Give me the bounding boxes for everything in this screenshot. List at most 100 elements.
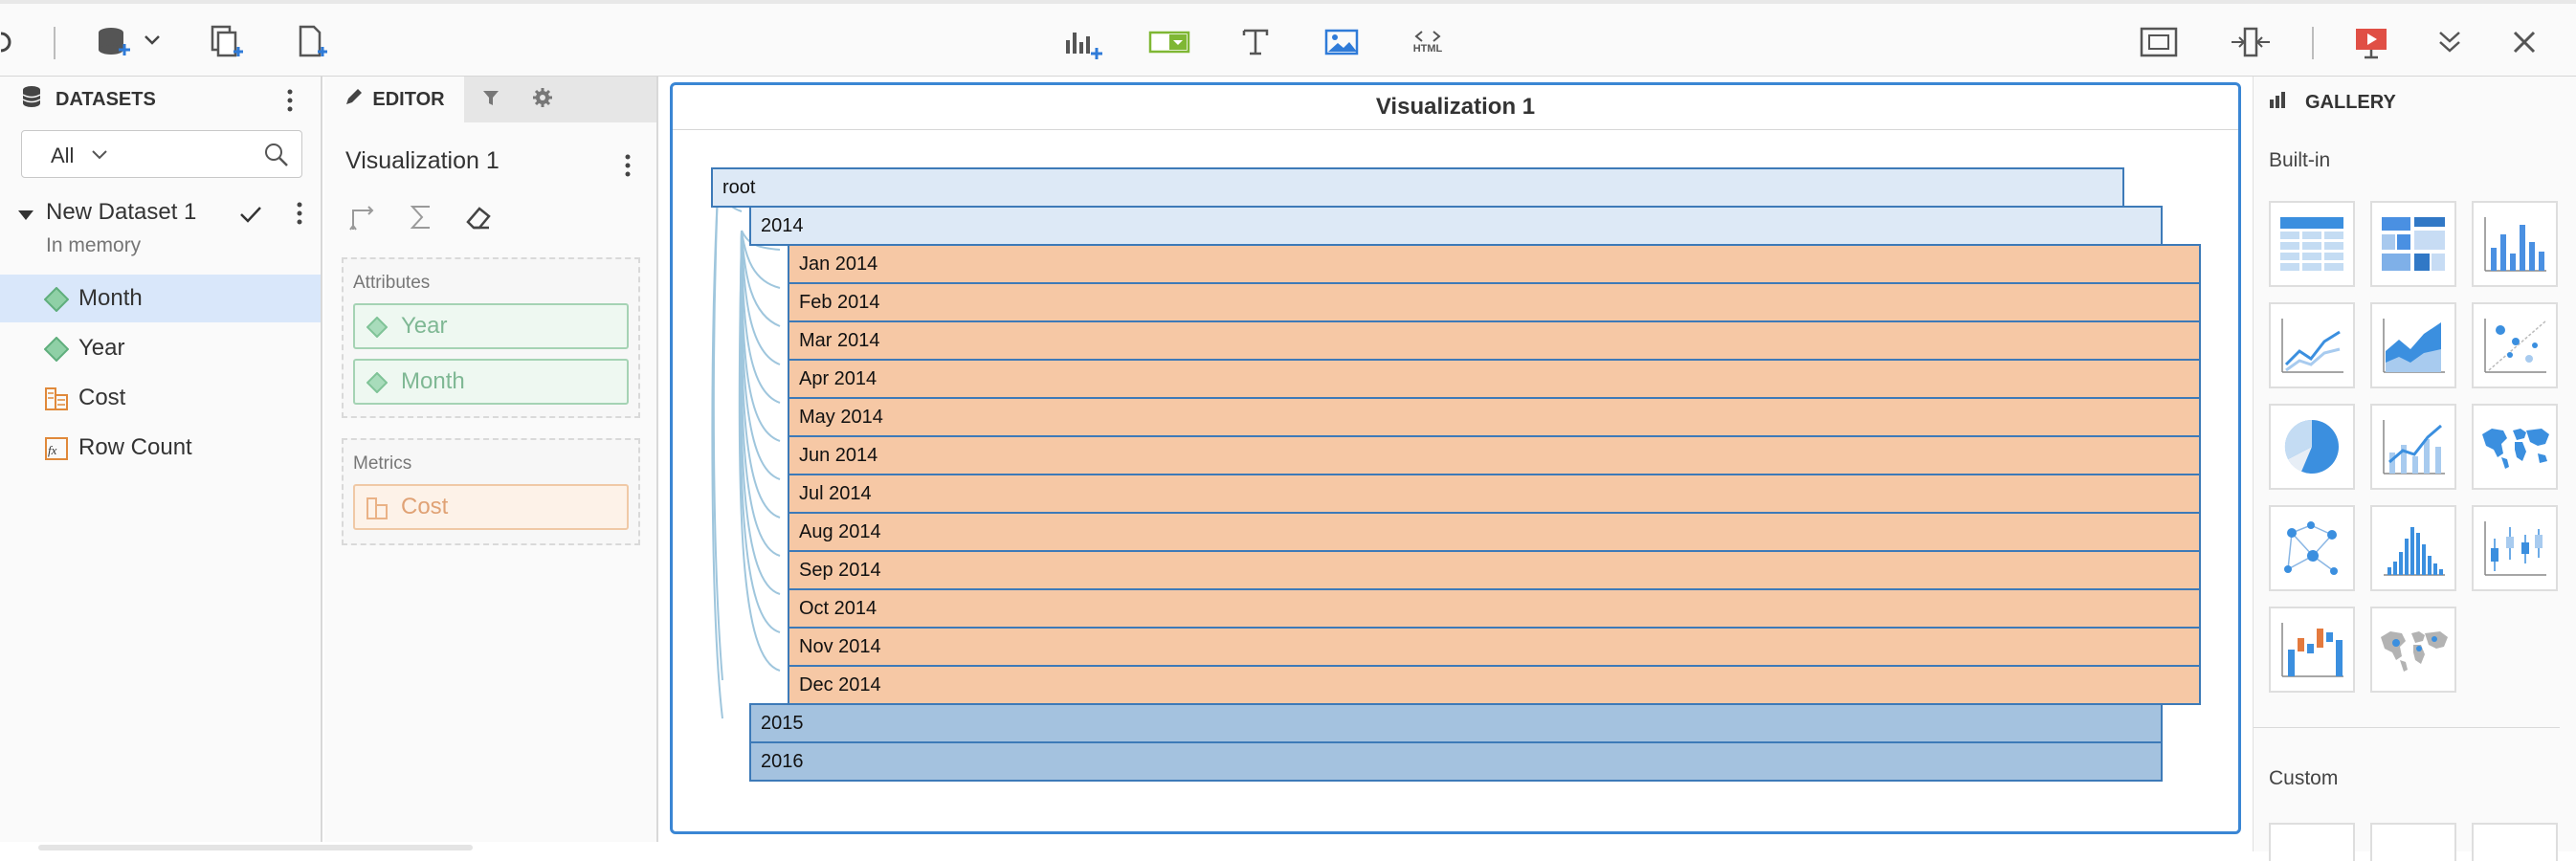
chevron-down-icon[interactable]	[91, 148, 108, 166]
bar-chart-icon[interactable]	[2472, 201, 2558, 287]
boxplot-icon[interactable]	[2472, 505, 2558, 591]
datasets-header: DATASETS	[0, 77, 321, 122]
item-label: Cost	[78, 385, 126, 410]
dataset-item-month[interactable]: Month	[0, 275, 321, 322]
horizontal-scrollbar[interactable]	[38, 845, 473, 850]
area-chart-icon[interactable]	[2370, 302, 2456, 388]
database-icon	[21, 85, 42, 114]
collapse-icon[interactable]	[2429, 21, 2471, 63]
scatter-icon[interactable]	[2472, 302, 2558, 388]
insert-image-icon[interactable]	[1321, 21, 1363, 63]
pivot-icon[interactable]	[349, 203, 378, 236]
toolbar-separator	[2312, 27, 2314, 59]
pill-label: Cost	[401, 494, 449, 519]
partial-icon[interactable]	[0, 21, 23, 63]
tree-node-month[interactable]: May 2014	[788, 397, 2201, 437]
dataset-more-icon[interactable]	[295, 201, 304, 231]
eraser-icon[interactable]	[464, 203, 493, 236]
more-options-icon[interactable]	[285, 88, 295, 119]
metric-pill-cost[interactable]: Cost	[353, 484, 629, 530]
tree-node-month[interactable]: Aug 2014	[788, 512, 2201, 552]
tree-node-root[interactable]: root	[711, 167, 2124, 208]
tab-editor-label: EDITOR	[372, 88, 445, 110]
tree-node-month[interactable]: Dec 2014	[788, 665, 2201, 705]
attribute-icon	[43, 286, 70, 317]
dataset-status: In memory	[46, 234, 142, 256]
filter-icon	[481, 88, 500, 112]
datasets-title: DATASETS	[56, 88, 156, 110]
grid-icon[interactable]	[2269, 201, 2355, 287]
line-chart-icon[interactable]	[2269, 302, 2355, 388]
combo-chart-icon[interactable]	[2370, 404, 2456, 490]
insert-chart-icon[interactable]	[1062, 21, 1104, 63]
insert-filter-icon[interactable]	[1148, 21, 1190, 63]
metric-icon	[44, 386, 69, 416]
item-label: Year	[78, 335, 125, 361]
tree-node-month[interactable]: Jan 2014	[788, 244, 2201, 284]
close-icon[interactable]	[2503, 21, 2545, 63]
tree-node-month[interactable]: Apr 2014	[788, 359, 2201, 399]
heatmap-icon[interactable]	[2370, 201, 2456, 287]
tab-editor[interactable]: EDITOR	[324, 77, 464, 122]
gallery-panel: GALLERY Built-in Custom	[2253, 77, 2576, 861]
network-icon[interactable]	[2269, 505, 2355, 591]
fit-width-icon[interactable]	[2230, 21, 2272, 63]
search-icon[interactable]	[263, 142, 290, 173]
dataset-item-cost[interactable]: Cost	[0, 374, 321, 422]
histogram-icon[interactable]	[2370, 505, 2456, 591]
editor-panel: EDITOR Visualization 1 Attributes Year M…	[324, 77, 658, 842]
metric-icon	[366, 497, 388, 527]
fit-page-icon[interactable]	[2138, 21, 2180, 63]
visualization-container[interactable]: Visualization 1 root 2014 Jan 2014 Feb 2…	[670, 82, 2241, 834]
html-label: HTML	[1412, 43, 1443, 55]
waterfall-icon[interactable]	[2269, 607, 2355, 693]
sum-icon[interactable]	[407, 203, 435, 236]
presentation-icon[interactable]	[2350, 21, 2392, 63]
tree-node-2014[interactable]: 2014	[749, 206, 2163, 246]
tree-node-month[interactable]: Feb 2014	[788, 282, 2201, 322]
duplicate-page-icon[interactable]	[205, 21, 247, 63]
dataset-filter-select[interactable]: All	[21, 130, 302, 178]
dataset-add-icon[interactable]	[92, 21, 168, 63]
tree-node-2015[interactable]: 2015	[749, 703, 2163, 743]
tab-filter[interactable]	[466, 77, 516, 122]
tree-node-month[interactable]: Oct 2014	[788, 588, 2201, 629]
dataset-item-row-count[interactable]: fx Row Count	[0, 424, 321, 472]
dataset-item-year[interactable]: Year	[0, 324, 321, 372]
editor-more-icon[interactable]	[623, 153, 633, 183]
collapse-triangle-icon[interactable]	[17, 209, 34, 227]
toolbar-separator	[54, 27, 56, 59]
tree-node-month[interactable]: Nov 2014	[788, 627, 2201, 667]
checkmark-icon[interactable]	[239, 205, 262, 229]
tab-format[interactable]	[518, 77, 567, 122]
editor-tabs: EDITOR	[324, 77, 656, 122]
attribute-pill-month[interactable]: Month	[353, 359, 629, 405]
attribute-icon	[366, 371, 389, 400]
dataset-row[interactable]: New Dataset 1	[0, 193, 321, 237]
attributes-well[interactable]: Attributes Year Month	[342, 257, 640, 418]
custom-tile[interactable]	[2370, 823, 2456, 861]
geo-map-icon[interactable]	[2370, 607, 2456, 693]
insert-html-icon[interactable]: HTML	[1407, 21, 1449, 63]
derived-metric-icon: fx	[44, 436, 69, 466]
tree-node-month[interactable]: Jul 2014	[788, 474, 2201, 514]
tree-node-2016[interactable]: 2016	[749, 741, 2163, 782]
custom-tile[interactable]	[2472, 823, 2558, 861]
tree-node-month[interactable]: Sep 2014	[788, 550, 2201, 590]
attributes-title: Attributes	[353, 273, 431, 293]
custom-tile[interactable]	[2269, 823, 2355, 861]
pill-label: Month	[401, 368, 465, 394]
item-label: Month	[78, 285, 143, 311]
tree-node-month[interactable]: Jun 2014	[788, 435, 2201, 475]
attribute-icon	[43, 336, 70, 366]
pill-label: Year	[401, 313, 448, 339]
metrics-well[interactable]: Metrics Cost	[342, 438, 640, 545]
datasets-panel: DATASETS All New Dataset 1 In memory Mon…	[0, 77, 322, 842]
insert-text-icon[interactable]	[1234, 21, 1277, 63]
attribute-pill-year[interactable]: Year	[353, 303, 629, 349]
pie-chart-icon[interactable]	[2269, 404, 2355, 490]
editor-viz-name[interactable]: Visualization 1	[345, 147, 500, 175]
new-page-icon[interactable]	[291, 21, 333, 63]
tree-node-month[interactable]: Mar 2014	[788, 320, 2201, 361]
map-icon[interactable]	[2472, 404, 2558, 490]
